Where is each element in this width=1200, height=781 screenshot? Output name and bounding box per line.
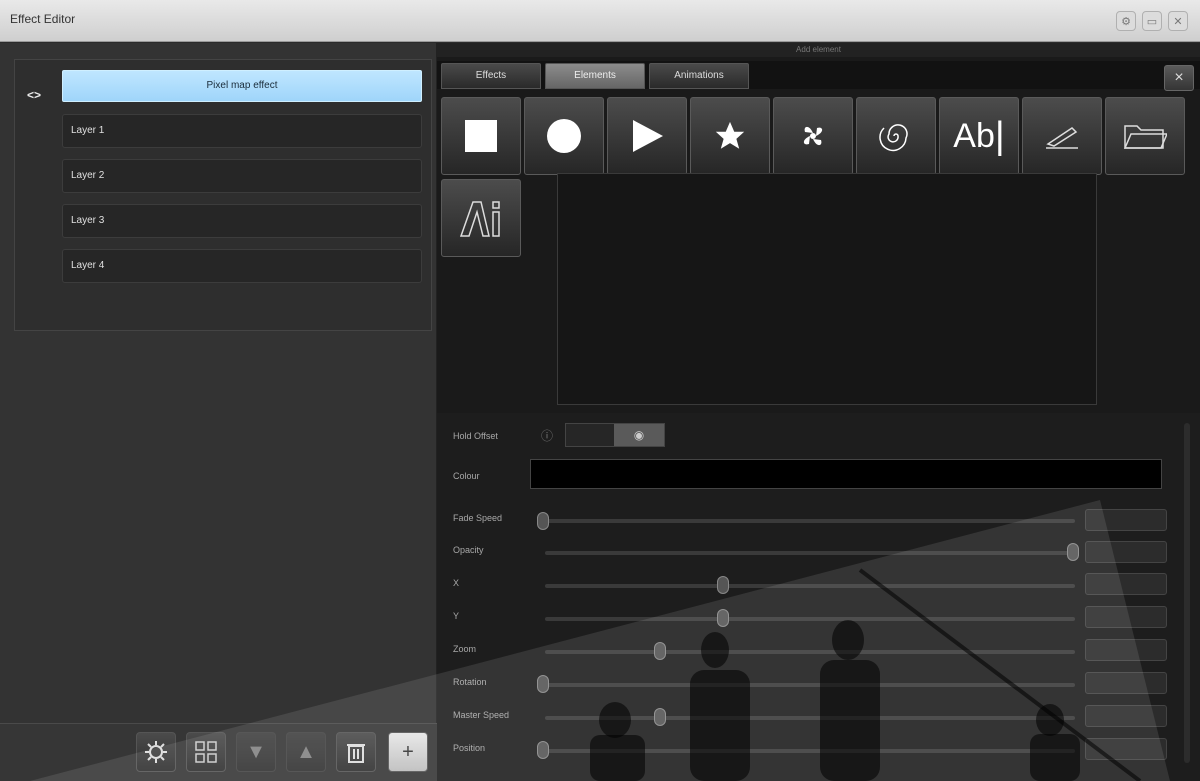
layer-label: Layer 1 bbox=[71, 125, 105, 136]
x-slider[interactable] bbox=[545, 584, 1075, 588]
effect-name: Pixel map effect bbox=[206, 80, 278, 91]
text-icon[interactable]: Ab | bbox=[939, 97, 1019, 175]
preview-area bbox=[557, 173, 1097, 405]
tab-animations[interactable]: Animations bbox=[649, 63, 749, 89]
prop-label-fade-speed: Fade Speed bbox=[453, 513, 503, 523]
zoom-slider[interactable] bbox=[545, 650, 1075, 654]
properties-panel: Hold Offset ⓘ ◉ Colour Fade Speed Opacit… bbox=[437, 413, 1200, 781]
toggle-knob-icon: ◉ bbox=[614, 424, 664, 446]
layer-row[interactable]: Layer 2 bbox=[62, 159, 422, 193]
window-titlebar: Effect Editor ⚙ ▭ ✕ bbox=[0, 0, 1200, 42]
opacity-slider[interactable] bbox=[545, 551, 1075, 555]
value-box[interactable] bbox=[1085, 541, 1167, 563]
settings-icon[interactable] bbox=[136, 732, 176, 772]
fade-speed-slider[interactable] bbox=[545, 519, 1075, 523]
grid-icon[interactable] bbox=[186, 732, 226, 772]
value-box[interactable] bbox=[1085, 509, 1167, 531]
layer-row[interactable]: Layer 4 bbox=[62, 249, 422, 283]
slider-knob[interactable] bbox=[537, 675, 549, 693]
slider-knob[interactable] bbox=[717, 576, 730, 594]
gear-icon[interactable]: ⚙ bbox=[1116, 11, 1136, 31]
minimize-icon[interactable]: ▭ bbox=[1142, 11, 1162, 31]
tab-effects[interactable]: Effects bbox=[441, 63, 541, 89]
close-icon[interactable]: ✕ bbox=[1168, 11, 1188, 31]
layer-row[interactable]: Layer 1 bbox=[62, 114, 422, 148]
prop-label-x: X bbox=[453, 578, 460, 588]
close-panel-button[interactable]: × bbox=[1164, 65, 1194, 91]
value-box[interactable] bbox=[1085, 606, 1167, 628]
slider-knob[interactable] bbox=[653, 708, 666, 726]
value-box[interactable] bbox=[1085, 705, 1167, 727]
slider-knob[interactable] bbox=[1067, 543, 1079, 561]
hold-offset-toggle[interactable]: ◉ bbox=[565, 423, 665, 447]
square-icon[interactable] bbox=[441, 97, 521, 175]
pencil-draw-icon[interactable] bbox=[1022, 97, 1102, 175]
play-triangle-icon[interactable] bbox=[607, 97, 687, 175]
rotation-slider[interactable] bbox=[545, 683, 1075, 687]
layer-toolbar: ▼ ▲ + bbox=[0, 723, 437, 781]
prop-label-hold-offset: Hold Offset bbox=[453, 431, 498, 441]
value-box[interactable] bbox=[1085, 738, 1167, 760]
panel-header: Add element bbox=[437, 43, 1200, 57]
layers-list: <> Pixel map effect Layer 1 Layer 2 Laye… bbox=[14, 59, 432, 331]
prop-label-opacity: Opacity bbox=[453, 545, 484, 555]
layer-row[interactable]: Layer 3 bbox=[62, 204, 422, 238]
link-icon[interactable]: <> bbox=[27, 88, 41, 102]
add-layer-label: + bbox=[402, 740, 414, 763]
fan-icon[interactable] bbox=[773, 97, 853, 175]
down-arrow-icon[interactable]: ▼ bbox=[236, 732, 276, 772]
slider-knob[interactable] bbox=[537, 741, 549, 759]
y-slider[interactable] bbox=[545, 617, 1075, 621]
effect-row[interactable]: Pixel map effect bbox=[62, 70, 422, 102]
tab-elements[interactable]: Elements bbox=[545, 63, 645, 89]
properties-scrollbar[interactable] bbox=[1184, 423, 1190, 763]
slider-knob[interactable] bbox=[537, 512, 549, 530]
layer-label: Layer 3 bbox=[71, 215, 105, 226]
position-slider[interactable] bbox=[545, 749, 1075, 753]
prop-label-zoom: Zoom bbox=[453, 644, 477, 654]
layer-label: Layer 2 bbox=[71, 170, 105, 181]
prop-label-master-speed: Master Speed bbox=[453, 710, 510, 720]
ai-file-icon[interactable] bbox=[441, 179, 521, 257]
prop-label-colour: Colour bbox=[453, 471, 480, 481]
value-box[interactable] bbox=[1085, 639, 1167, 661]
colour-picker[interactable] bbox=[530, 459, 1162, 489]
window-title: Effect Editor bbox=[10, 12, 76, 26]
slider-knob[interactable] bbox=[717, 609, 730, 627]
master-speed-slider[interactable] bbox=[545, 716, 1075, 720]
prop-label-position: Position bbox=[453, 743, 486, 753]
value-box[interactable] bbox=[1085, 672, 1167, 694]
plus-icon[interactable]: + bbox=[388, 732, 428, 772]
layers-panel: <> Pixel map effect Layer 1 Layer 2 Laye… bbox=[0, 43, 437, 781]
star-icon[interactable] bbox=[690, 97, 770, 175]
layer-label: Layer 4 bbox=[71, 260, 105, 271]
folder-icon[interactable] bbox=[1105, 97, 1185, 175]
value-box[interactable] bbox=[1085, 573, 1167, 595]
spiral-icon[interactable] bbox=[856, 97, 936, 175]
prop-label-rotation: Rotation bbox=[453, 677, 487, 687]
text-element-label: Ab bbox=[953, 116, 995, 155]
info-icon: ⓘ bbox=[541, 429, 554, 443]
circle-icon[interactable] bbox=[524, 97, 604, 175]
prop-label-y: Y bbox=[453, 611, 460, 621]
trash-icon[interactable] bbox=[336, 732, 376, 772]
tab-bar: Effects Elements Animations bbox=[437, 61, 1200, 89]
slider-knob[interactable] bbox=[653, 642, 666, 660]
element-panel: Add element Effects Elements Animations … bbox=[437, 43, 1200, 781]
up-arrow-icon[interactable]: ▲ bbox=[286, 732, 326, 772]
